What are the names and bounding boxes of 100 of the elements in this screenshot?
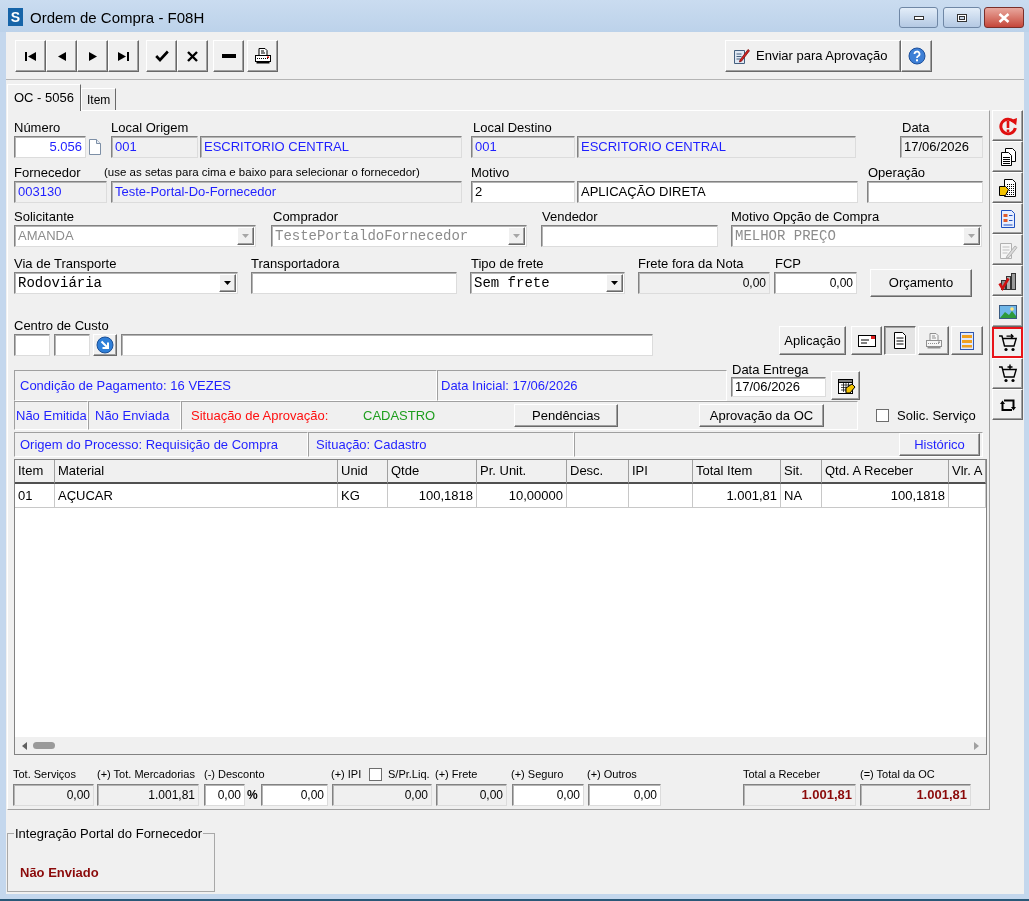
checkbox[interactable] [876, 409, 889, 422]
destination-code-field[interactable]: 001 [471, 136, 575, 158]
column-header[interactable]: Vlr. A [949, 460, 986, 484]
send-for-approval-button[interactable]: Enviar para Aprovação [725, 40, 901, 72]
reason-code-field[interactable]: 2 [471, 181, 575, 203]
field-label: (+) Seguro [511, 767, 564, 780]
column-header[interactable]: Sit. [781, 460, 822, 484]
order-total-field[interactable]: 1.001,81 [860, 784, 971, 806]
skip-to-end-icon [118, 51, 129, 61]
field-label: Tot. Serviços [13, 767, 76, 780]
percent-sign: % [247, 787, 259, 804]
arrow-circle-icon [96, 336, 114, 354]
print-button[interactable] [247, 40, 278, 72]
field-label: Motivo Opção de Compra [731, 207, 880, 226]
table-cell [629, 484, 693, 508]
transport-dropdown[interactable]: Rodoviária [14, 272, 238, 294]
calendar-button[interactable] [831, 371, 860, 400]
destination-name-field[interactable]: ESCRITORIO CENTRAL [577, 136, 856, 158]
ipi-field[interactable]: 0,00 [332, 784, 432, 806]
column-header[interactable]: IPI [629, 460, 693, 484]
scrollbar-thumb[interactable] [33, 742, 55, 749]
column-header[interactable]: Unid [338, 460, 388, 484]
services-total-field[interactable]: 0,00 [13, 784, 94, 806]
application-button[interactable]: Aplicação [779, 326, 846, 355]
freight-outside-invoice-field[interactable]: 0,00 [638, 272, 770, 294]
freight-type-dropdown[interactable]: Sem frete [470, 272, 625, 294]
table-cell: 1.001,81 [693, 484, 781, 508]
close-button[interactable] [984, 7, 1024, 28]
column-header[interactable]: Item [15, 460, 55, 484]
order-approval-button[interactable]: Aprovação da OC [699, 404, 824, 427]
field-label: (+) Outros [587, 767, 637, 780]
reason-name-field[interactable]: APLICAÇÃO DIRETA [577, 181, 858, 203]
order-number-field[interactable]: 5.056 [14, 136, 86, 158]
supplier-code-field[interactable]: 003130 [14, 181, 107, 203]
date-field[interactable]: 17/06/2026 [900, 136, 983, 158]
minimize-button[interactable] [899, 7, 938, 28]
field-label: Operação [868, 163, 926, 182]
field-label: (+) IPI [331, 767, 362, 780]
scroll-right-icon [974, 741, 979, 750]
checkmark-icon [154, 50, 169, 62]
skip-to-start-icon [25, 51, 36, 61]
document-button[interactable] [884, 326, 916, 355]
cost-center-field[interactable] [54, 334, 90, 356]
minus-icon [221, 54, 236, 58]
horizontal-scrollbar[interactable] [15, 737, 986, 754]
cost-center-field[interactable] [14, 334, 50, 356]
origin-code-field[interactable]: 001 [111, 136, 198, 158]
group-title: Integração Portal do Fornecedor [14, 825, 204, 843]
field-label: (+) Tot. Mercadorias [97, 767, 195, 780]
column-header[interactable]: Qtde [388, 460, 477, 484]
seller-field[interactable] [541, 225, 718, 247]
fcp-field[interactable]: 0,00 [774, 272, 857, 294]
field-label: Frete fora da Nota [638, 254, 744, 273]
origin-name-field[interactable]: ESCRITORIO CENTRAL [200, 136, 462, 158]
confirm-button[interactable] [146, 40, 177, 72]
card-button[interactable] [851, 326, 882, 355]
checkbox[interactable] [369, 767, 382, 781]
column-header[interactable]: Total Item [693, 460, 781, 484]
last-record-button[interactable] [108, 40, 139, 72]
discount-percent-field[interactable]: 0,00 [204, 784, 245, 806]
operation-field[interactable] [867, 181, 983, 203]
delivery-date-field[interactable]: 17/06/2026 [731, 377, 826, 397]
cost-center-description-field[interactable] [121, 334, 653, 356]
table-cell: 10,00000 [477, 484, 567, 508]
history-button[interactable]: Histórico [899, 433, 980, 456]
cancel-button[interactable] [177, 40, 208, 72]
field-label: Fornecedor [14, 164, 81, 180]
supplier-name-field[interactable]: Teste-Portal-Do-Fornecedor [111, 181, 462, 203]
previous-record-button[interactable] [46, 40, 77, 72]
first-record-button[interactable] [15, 40, 46, 72]
insurance-field[interactable]: 0,00 [512, 784, 584, 806]
field-label: Solicitante [14, 207, 74, 226]
tab[interactable]: OC - 5056 [7, 84, 81, 111]
delete-button[interactable] [213, 40, 244, 72]
field-label: FCP [775, 254, 801, 273]
tab[interactable]: Item [81, 88, 117, 110]
caret-down-icon [219, 274, 236, 292]
quote-button[interactable]: Orçamento [870, 269, 972, 297]
scroll-left-icon [22, 741, 27, 750]
next-record-button[interactable] [77, 40, 108, 72]
maximize-button[interactable] [943, 7, 981, 28]
discount-value-field[interactable]: 0,00 [261, 784, 328, 806]
cost-center-lookup-button[interactable] [93, 334, 117, 356]
column-header[interactable]: Material [55, 460, 338, 484]
start-date: Data Inicial: 17/06/2026 [437, 370, 727, 401]
column-header[interactable]: Desc. [567, 460, 629, 484]
freight-field[interactable]: 0,00 [436, 784, 507, 806]
triangle-right-icon [88, 51, 97, 61]
pending-items-button[interactable]: Pendências [514, 404, 618, 427]
list-button[interactable] [951, 326, 983, 355]
help-button[interactable] [901, 40, 932, 72]
other-costs-field[interactable]: 0,00 [588, 784, 661, 806]
column-header[interactable]: Qtd. A Receber [822, 460, 949, 484]
carrier-field[interactable] [251, 272, 457, 294]
table-cell: 01 [15, 484, 55, 508]
total-receivable-field[interactable]: 1.001,81 [743, 784, 856, 806]
field-label: Local Destino [473, 118, 552, 137]
table-cell [567, 484, 629, 508]
column-header[interactable]: Pr. Unit. [477, 460, 567, 484]
goods-total-field[interactable]: 1.001,81 [97, 784, 199, 806]
